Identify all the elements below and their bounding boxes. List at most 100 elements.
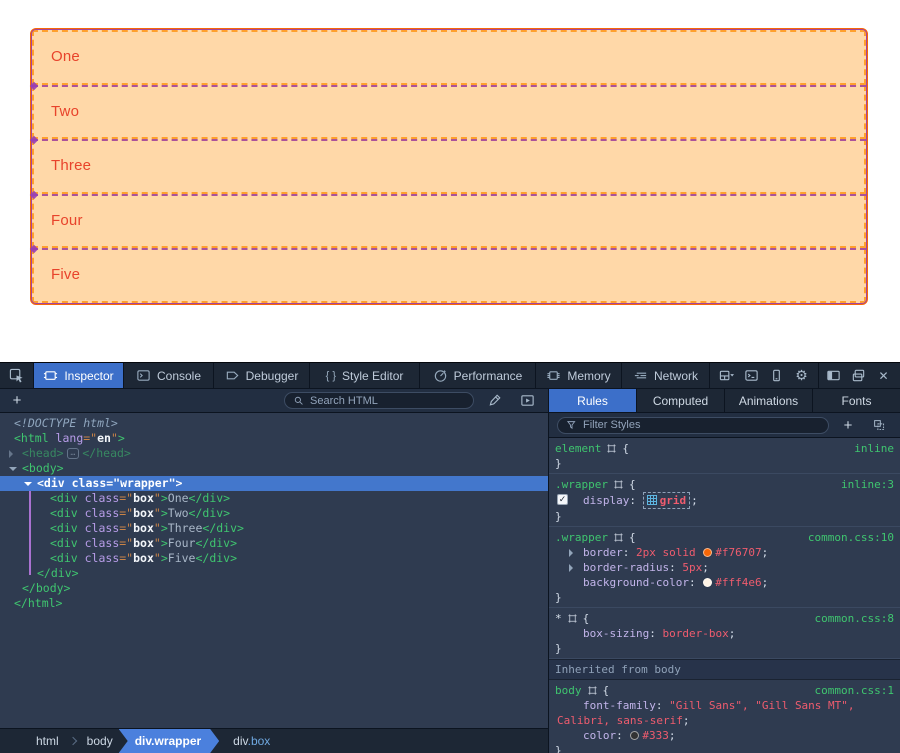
- expand-arrow-icon[interactable]: [9, 467, 17, 471]
- child-guide-line: [29, 491, 31, 575]
- markup-row[interactable]: <head>…</head>: [0, 446, 548, 461]
- rule-selector[interactable]: body: [555, 683, 582, 698]
- highlight-selector-icon[interactable]: [613, 479, 624, 490]
- css-declaration[interactable]: color: #333;: [555, 728, 894, 743]
- search-input[interactable]: Search HTML: [284, 392, 474, 409]
- rule-source-link[interactable]: common.css:10: [808, 530, 894, 545]
- markup-token: </div>: [195, 536, 237, 550]
- close-brace: }: [555, 641, 894, 656]
- markup-token: =": [106, 476, 120, 490]
- expand-arrow-icon[interactable]: [24, 482, 32, 486]
- rule-source-link[interactable]: common.css:1: [815, 683, 894, 698]
- grid-toggle[interactable]: grid: [643, 492, 691, 509]
- expand-shorthand-icon[interactable]: [569, 549, 573, 557]
- inspector-toolbar: + Search HTML: [0, 389, 548, 413]
- rule-selector[interactable]: .wrapper: [555, 530, 608, 545]
- markup-row[interactable]: <div class="box">Two</div>: [0, 506, 548, 521]
- css-declaration[interactable]: Calibri, sans-serif;: [555, 713, 894, 728]
- markup-row[interactable]: <div class="box">One</div>: [0, 491, 548, 506]
- expand-shorthand-icon[interactable]: [569, 564, 573, 572]
- rule-selector[interactable]: *: [555, 611, 562, 626]
- css-declaration[interactable]: border: 2px solid #f76707;: [555, 545, 894, 560]
- iframe-picker-button[interactable]: [714, 363, 739, 389]
- rule-source-link[interactable]: inline: [854, 441, 894, 456]
- markup-row[interactable]: </div>: [0, 566, 548, 581]
- breadcrumb-item-html[interactable]: html: [26, 734, 69, 748]
- collapsed-content-ellipsis[interactable]: …: [67, 448, 80, 459]
- highlight-selector-icon[interactable]: [613, 532, 624, 543]
- tab-inspector[interactable]: Inspector: [34, 363, 124, 388]
- color-swatch[interactable]: [703, 578, 712, 587]
- search-placeholder: Search HTML: [310, 395, 378, 407]
- markup-token: =": [119, 491, 133, 505]
- highlight-selector-icon[interactable]: [587, 685, 598, 696]
- breadcrumb-item-div-box[interactable]: div.box: [219, 734, 280, 748]
- sidebar-tab-computed[interactable]: Computed: [637, 389, 725, 412]
- markup-row[interactable]: <body>: [0, 461, 548, 476]
- eyedropper-button[interactable]: [482, 389, 507, 413]
- breadcrumb-item-body[interactable]: body: [77, 734, 123, 748]
- sidebar-tab-animations[interactable]: Animations: [725, 389, 813, 412]
- markup-view-button[interactable]: [515, 389, 540, 413]
- tab-style-editor[interactable]: { }Style Editor: [310, 363, 420, 388]
- css-declaration[interactable]: background-color: #fff4e6;: [555, 575, 894, 590]
- sidebar-tab-rules[interactable]: Rules: [549, 389, 637, 412]
- markup-token: >: [161, 551, 168, 565]
- rule-selector[interactable]: element: [555, 441, 601, 456]
- close-button[interactable]: ✕: [871, 363, 896, 389]
- markup-row[interactable]: <div class="box">Four</div>: [0, 536, 548, 551]
- property-name: border-radius: [583, 561, 669, 574]
- toggle-classes-icon: [873, 419, 886, 432]
- css-declaration[interactable]: border-radius: 5px;: [555, 560, 894, 575]
- markup-row[interactable]: </html>: [0, 596, 548, 611]
- color-swatch[interactable]: [703, 548, 712, 557]
- css-declaration[interactable]: ✓display: grid;: [555, 492, 894, 509]
- highlight-selector-icon[interactable]: [606, 443, 617, 454]
- close-brace: }: [555, 456, 894, 471]
- tab-debugger[interactable]: Debugger: [214, 363, 310, 388]
- markup-token: class: [65, 476, 107, 490]
- rule-source-link[interactable]: common.css:8: [815, 611, 894, 626]
- rules-pane: RulesComputedAnimationsFonts Filter Styl…: [549, 389, 900, 753]
- markup-row[interactable]: <div class="box">Three</div>: [0, 521, 548, 536]
- declaration-checkbox[interactable]: ✓: [557, 494, 568, 505]
- add-node-button[interactable]: +: [8, 392, 26, 409]
- semicolon: ;: [762, 546, 769, 559]
- markup-row[interactable]: <!DOCTYPE html>: [0, 416, 548, 431]
- tab-network[interactable]: Network: [622, 363, 710, 388]
- filter-styles-input[interactable]: Filter Styles: [557, 417, 829, 434]
- rule-header: element { inline: [555, 441, 894, 456]
- tab-console[interactable]: Console: [124, 363, 214, 388]
- highlight-selector-icon[interactable]: [567, 613, 578, 624]
- responsive-mode-icon: [769, 368, 784, 383]
- dock-controls: ✕: [818, 363, 896, 389]
- split-console-button[interactable]: [739, 363, 764, 389]
- css-declaration[interactable]: font-family: "Gill Sans", "Gill Sans MT"…: [555, 698, 894, 713]
- chevron-right-icon: [68, 737, 76, 745]
- color-swatch[interactable]: [630, 731, 639, 740]
- markup-row[interactable]: </body>: [0, 581, 548, 596]
- toggle-classes-button[interactable]: [867, 412, 892, 438]
- markup-token: <body>: [22, 461, 64, 475]
- rule-source-link[interactable]: inline:3: [841, 477, 894, 492]
- separate-window-button[interactable]: [846, 363, 871, 389]
- markup-token: </html>: [14, 596, 62, 610]
- open-brace: {: [622, 441, 629, 456]
- markup-row[interactable]: <div class="box">Five</div>: [0, 551, 548, 566]
- markup-token: box: [133, 521, 154, 535]
- breadcrumb-item-div-wrapper[interactable]: div.wrapper: [119, 729, 219, 753]
- sidebar-tab-fonts[interactable]: Fonts: [813, 389, 900, 412]
- pick-element-button[interactable]: [0, 363, 34, 388]
- markup-row[interactable]: <div class="wrapper">: [0, 476, 548, 491]
- markup-token: wrapper: [120, 476, 168, 490]
- expand-arrow-icon[interactable]: [9, 450, 13, 458]
- dock-side-button[interactable]: [821, 363, 846, 389]
- add-rule-button[interactable]: +: [839, 417, 857, 434]
- css-declaration[interactable]: box-sizing: border-box;: [555, 626, 894, 641]
- markup-row[interactable]: <html lang="en">: [0, 431, 548, 446]
- settings-button[interactable]: ⚙: [789, 363, 814, 389]
- rule-selector[interactable]: .wrapper: [555, 477, 608, 492]
- tab-memory[interactable]: Memory: [536, 363, 622, 388]
- tab-performance[interactable]: Performance: [420, 363, 536, 388]
- responsive-mode-button[interactable]: [764, 363, 789, 389]
